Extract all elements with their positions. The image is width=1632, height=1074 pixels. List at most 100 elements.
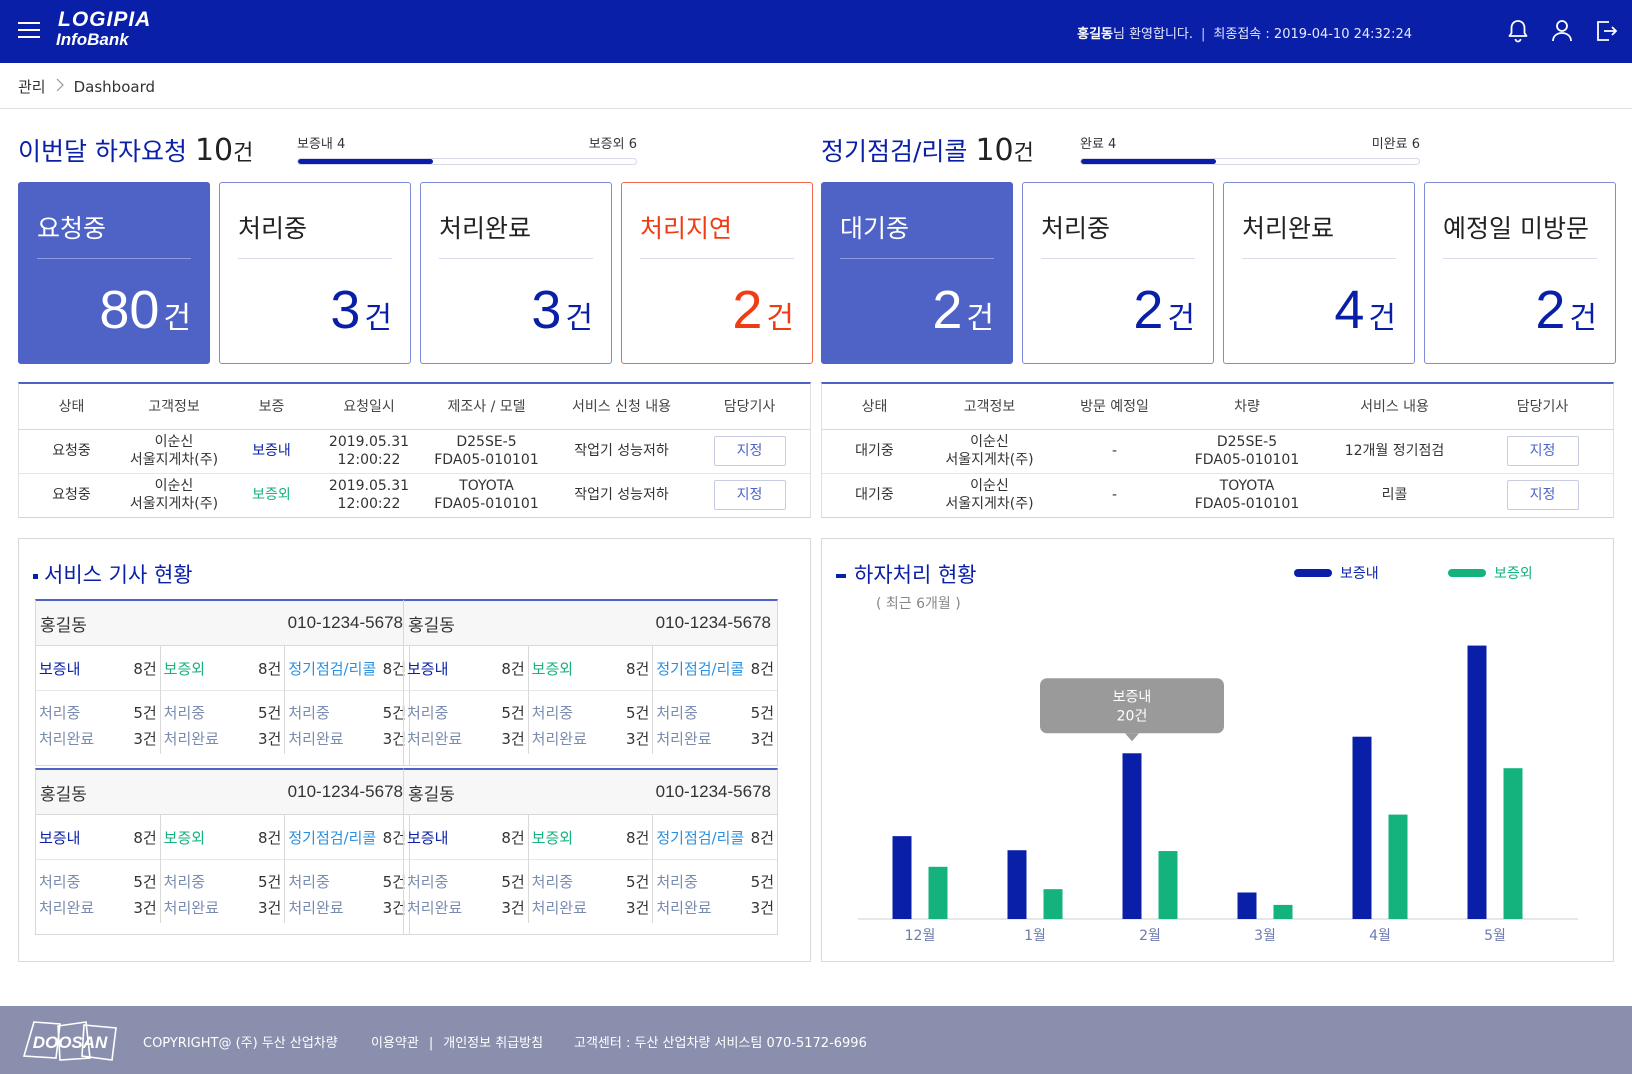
x-tick-label: 12월 xyxy=(905,928,936,944)
bar-in-warranty[interactable] xyxy=(1352,736,1372,919)
bar-out-warranty[interactable] xyxy=(1388,814,1408,919)
table-row[interactable]: 요청중 이순신 서울지게차(주) 보증외 2019.05.31 12:00:22 T… xyxy=(19,473,810,517)
col-header-warranty: 보증 xyxy=(224,384,319,430)
model: FDA05-010101 xyxy=(434,496,539,513)
footer: DOOSAN COPYRIGHT@ (주) 두산 산업차량 이용약관 | 개인정보 … xyxy=(0,1006,1632,1074)
card-unit: 건 xyxy=(1569,301,1597,336)
table-row[interactable]: 대기중 이순신 서울지게차(주) - TOYOTA FDA05-010101 리콜 … xyxy=(822,473,1613,517)
header-actions xyxy=(1506,18,1618,44)
bar-out-warranty[interactable] xyxy=(1273,904,1293,919)
cell-technician: 지정 xyxy=(1472,473,1613,517)
app-logo[interactable]: LOGIPIA InfoBank xyxy=(56,9,151,50)
technician-stat-column: 보증내 8건 처리중 5건 처리완료 3건 xyxy=(36,815,161,923)
stat-category: 보증내 xyxy=(407,828,449,847)
x-tick-label: 5월 xyxy=(1484,928,1506,944)
stat-category: 보증내 xyxy=(407,659,449,678)
breadcrumb: 관리 Dashboard xyxy=(18,76,155,97)
progress-right-label: 미완료 6 xyxy=(1371,137,1420,152)
card-unit: 건 xyxy=(1368,301,1396,336)
stat-done: 3건 xyxy=(501,899,525,917)
stat-done-label: 처리완료 xyxy=(39,730,95,748)
technician-card-header: 홍길동 010-1234-5678 xyxy=(404,770,777,815)
col-header-request-date: 요청일시 xyxy=(319,384,419,430)
stat-done-label: 처리완료 xyxy=(39,899,95,917)
logo-text: DOOSAN xyxy=(33,1033,108,1052)
technician-card[interactable]: 홍길동 010-1234-5678 보증내 8건 처리중 5건 처리완료 3건 보증외 8건 처리중… xyxy=(403,599,778,766)
legend-in-warranty[interactable]: 보증내 xyxy=(1294,563,1379,583)
stat-total: 8건 xyxy=(258,828,282,847)
card-requesting[interactable]: 요청중 80 건 xyxy=(18,182,210,364)
defect-count: 10 xyxy=(194,133,234,168)
assign-button[interactable]: 지정 xyxy=(1506,480,1579,511)
progress-fill xyxy=(1081,159,1217,164)
legend-out-warranty[interactable]: 보증외 xyxy=(1448,563,1533,583)
card-label: 처리지연 xyxy=(640,214,733,243)
bar-in-warranty[interactable] xyxy=(1237,892,1257,919)
technician-stat-column: 보증외 8건 처리중 5건 처리완료 3건 xyxy=(160,646,286,754)
privacy-link[interactable]: 개인정보 취급방침 xyxy=(443,1036,543,1051)
assign-button[interactable]: 지정 xyxy=(1506,436,1579,466)
bar-out-warranty[interactable] xyxy=(928,866,948,919)
copyright: COPYRIGHT@ (주) 두산 산업차량 xyxy=(143,1036,338,1051)
card-delayed[interactable]: 처리지연 2건 xyxy=(621,182,813,364)
stat-total: 8건 xyxy=(501,659,525,678)
cell-technician: 지정 xyxy=(689,473,810,517)
cell-customer: 이순신 서울지게차(주) xyxy=(124,429,224,474)
legend-label: 보증외 xyxy=(1494,566,1533,582)
stat-category: 정기점검/리콜 xyxy=(656,659,745,678)
assign-button[interactable]: 지정 xyxy=(713,480,786,511)
service-center: 고객센터 : 두산 산업차량 서비스팀 070-5172-6996 xyxy=(574,1036,867,1051)
last-login-label: 최종접속 : xyxy=(1213,27,1274,42)
card-completed[interactable]: 처리완료 4건 xyxy=(1223,182,1415,364)
card-processing[interactable]: 처리중 2건 xyxy=(1022,182,1214,364)
card-not-visited[interactable]: 예정일 미방문 2건 xyxy=(1424,182,1616,364)
technician-name: 홍길동 xyxy=(40,784,87,805)
assign-button[interactable]: 지정 xyxy=(713,436,786,466)
technician-stat-column: 보증외 8건 처리중 5건 처리완료 3건 xyxy=(160,815,286,923)
defect-title-text: 이번달 하자요청 xyxy=(18,137,187,166)
technician-card[interactable]: 홍길동 010-1234-5678 보증내 8건 처리중 5건 처리완료 3건 보증외 8건 처리중… xyxy=(35,768,410,935)
technician-stat-column: 정기점검/리콜 8건 처리중 5건 처리완료 3건 xyxy=(653,815,778,923)
technician-card[interactable]: 홍길동 010-1234-5678 보증내 8건 처리중 5건 처리완료 3건 보증외 8건 처리중… xyxy=(403,768,778,935)
card-label: 대기중 xyxy=(840,214,910,243)
legend-label: 보증내 xyxy=(1340,566,1379,582)
breadcrumb-item-admin[interactable]: 관리 xyxy=(18,76,46,97)
menu-icon[interactable] xyxy=(18,22,40,40)
bar-out-warranty[interactable] xyxy=(1158,851,1178,919)
customer-company: 서울지게차(주) xyxy=(945,452,1034,468)
bar-in-warranty[interactable] xyxy=(1467,645,1487,919)
bell-icon[interactable] xyxy=(1506,18,1530,44)
bar-in-warranty[interactable] xyxy=(1122,753,1142,919)
bar-in-warranty[interactable] xyxy=(892,836,912,919)
col-header-technician: 담당기사 xyxy=(689,384,810,430)
inspection-title-text: 정기점검/리콜 xyxy=(821,137,968,166)
technician-stat-column: 정기점검/리콜 8건 처리중 5건 처리완료 3건 xyxy=(285,646,410,754)
card-unit: 건 xyxy=(1167,301,1195,336)
card-completed[interactable]: 처리완료 3건 xyxy=(420,182,612,364)
card-processing[interactable]: 처리중 3건 xyxy=(219,182,411,364)
logout-icon[interactable] xyxy=(1594,18,1618,44)
card-value: 2 xyxy=(1535,280,1566,340)
stat-in-progress-label: 처리중 xyxy=(407,873,449,891)
customer-company: 서울지게차(주) xyxy=(129,496,219,513)
card-label: 요청중 xyxy=(37,214,107,243)
bar-in-warranty[interactable] xyxy=(1007,850,1027,919)
table-row[interactable]: 요청중 이순신 서울지게차(주) 보증내 2019.05.31 12:00:22 D… xyxy=(19,429,810,474)
bar-out-warranty[interactable] xyxy=(1043,889,1063,919)
card-value: 2 xyxy=(1133,280,1164,340)
cell-status: 대기중 xyxy=(855,487,894,504)
user-icon[interactable] xyxy=(1550,18,1574,44)
card-unit: 건 xyxy=(766,301,794,336)
card-waiting[interactable]: 대기중 2건 xyxy=(821,182,1013,364)
cell-request-date: 2019.05.31 12:00:22 xyxy=(319,473,419,517)
stat-category: 보증내 xyxy=(39,828,81,847)
cell-vehicle: D25SE-5 FDA05-010101 xyxy=(1177,429,1317,474)
table-row[interactable]: 대기중 이순신 서울지게차(주) - D25SE-5 FDA05-010101 12… xyxy=(822,429,1613,474)
stat-in-progress: 5건 xyxy=(750,704,775,722)
technician-card[interactable]: 홍길동 010-1234-5678 보증내 8건 처리중 5건 처리완료 3건 보증외 8건 처리중… xyxy=(35,599,410,766)
bar-out-warranty[interactable] xyxy=(1503,768,1523,919)
card-value: 2 xyxy=(732,280,763,340)
tooltip-value: 20건 xyxy=(1117,708,1148,724)
terms-link[interactable]: 이용약관 xyxy=(371,1036,419,1051)
x-tick-label: 3월 xyxy=(1254,928,1276,944)
